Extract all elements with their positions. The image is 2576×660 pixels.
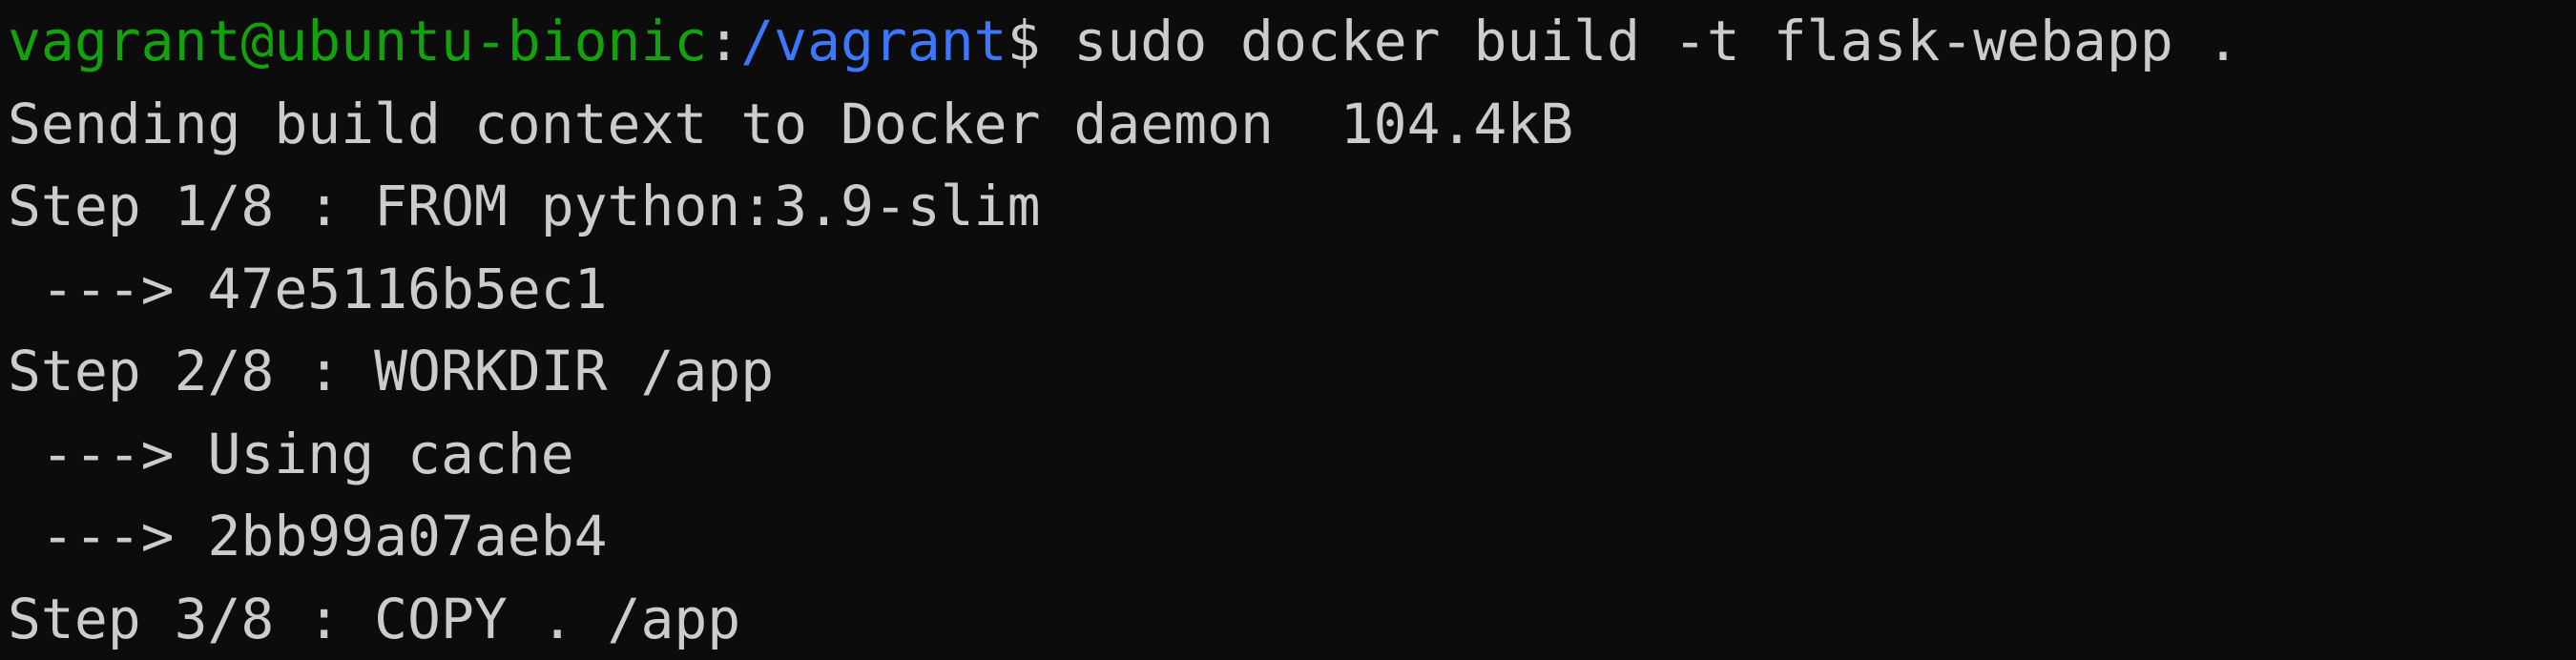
output-line: ---> 47e5116b5ec1 [8, 248, 2576, 331]
output-line: Sending build context to Docker daemon 1… [8, 83, 2576, 166]
output-line: Step 1/8 : FROM python:3.9-slim [8, 165, 2576, 248]
output-line: ---> Using cache [8, 413, 2576, 496]
command-text: sudo docker build -t flask-webapp . [1041, 9, 2240, 73]
output-line: ---> 2bb99a07aeb4 [8, 495, 2576, 578]
prompt-user-host: vagrant@ubuntu-bionic [8, 9, 707, 73]
prompt-path: /vagrant [740, 9, 1007, 73]
prompt-symbol: $ [1008, 9, 1041, 73]
terminal-window[interactable]: vagrant@ubuntu-bionic:/vagrant$ sudo doc… [0, 0, 2576, 652]
output-line: Step 2/8 : WORKDIR /app [8, 330, 2576, 413]
prompt-separator: : [707, 9, 740, 73]
prompt-line: vagrant@ubuntu-bionic:/vagrant$ sudo doc… [8, 0, 2576, 83]
output-line: Step 3/8 : COPY . /app [8, 578, 2576, 660]
